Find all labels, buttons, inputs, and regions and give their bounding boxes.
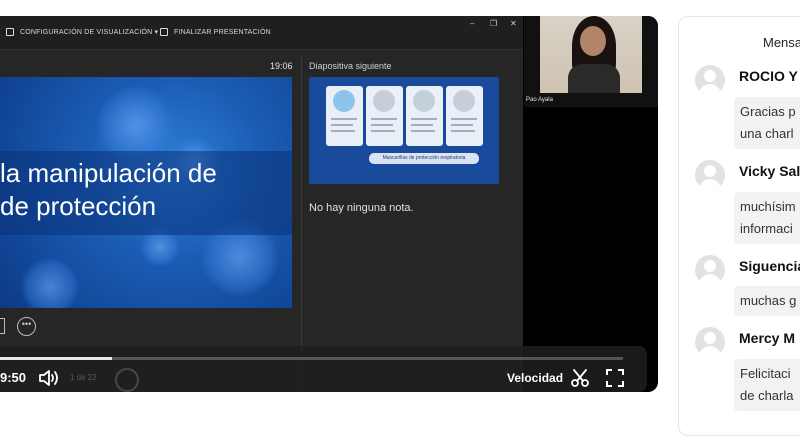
message-line: muchas g xyxy=(740,293,797,308)
slide-title-line-1: la manipulación de xyxy=(0,158,217,188)
avatar-icon xyxy=(695,255,725,285)
display-settings-button[interactable]: CONFIGURACIÓN DE VISUALIZACIÓN ▾ xyxy=(6,27,158,39)
presenter-toolbar: CONFIGURACIÓN DE VISUALIZACIÓN ▾ FINALIZ… xyxy=(0,16,523,50)
fullscreen-icon[interactable] xyxy=(605,368,625,388)
next-slide-thumbnail[interactable]: Mascarillas de protección respiratoria xyxy=(309,77,499,184)
restore-icon[interactable]: ❐ xyxy=(490,19,497,28)
mask-card xyxy=(446,86,483,146)
webcam-image xyxy=(540,16,642,93)
next-slide-round-icon[interactable] xyxy=(115,368,139,392)
webcam-feed: Pao Ayala xyxy=(524,16,658,107)
pen-tool-icon[interactable] xyxy=(0,318,5,334)
player-controls: 9:50 1 de 22 Velocidad xyxy=(0,346,647,392)
message-bubble: muchas g xyxy=(734,286,800,316)
minimize-icon[interactable]: – xyxy=(470,19,474,28)
avatar-icon xyxy=(695,160,725,190)
scissors-icon[interactable] xyxy=(570,368,590,388)
current-slide: la manipulación de de protección xyxy=(0,77,292,308)
chat-header: Mensa xyxy=(763,35,800,50)
speed-button[interactable]: Velocidad xyxy=(507,371,563,385)
presenter-body xyxy=(568,64,620,93)
end-show-label: FINALIZAR PRESENTACIÓN xyxy=(174,29,271,36)
avatar-icon xyxy=(695,65,725,95)
message-author: Mercy M xyxy=(739,330,796,346)
end-show-button[interactable]: FINALIZAR PRESENTACIÓN xyxy=(160,27,271,39)
display-settings-icon xyxy=(6,28,14,37)
message-author: ROCIO Y xyxy=(739,68,798,84)
page: CONFIGURACIÓN DE VISUALIZACIÓN ▾ FINALIZ… xyxy=(0,0,800,445)
end-show-icon xyxy=(160,28,168,37)
message-bubble: Gracias p una charl xyxy=(734,97,800,149)
message-line: muchísim xyxy=(740,199,796,214)
mask-card xyxy=(406,86,443,146)
progress-bar[interactable] xyxy=(0,357,623,360)
mask-card xyxy=(326,86,363,146)
close-icon[interactable]: ✕ xyxy=(510,19,517,28)
message-bubble: muchísim informaci xyxy=(734,192,800,244)
slide-counter: 1 de 22 xyxy=(70,373,97,382)
presenter-face xyxy=(580,26,606,56)
message-author: Vicky Sal xyxy=(739,163,800,179)
more-options-icon[interactable]: ••• xyxy=(17,317,36,336)
presenter-view: CONFIGURACIÓN DE VISUALIZACIÓN ▾ FINALIZ… xyxy=(0,16,523,392)
slide-title-line-2: de protección xyxy=(0,191,157,221)
next-slide-label: Diapositiva siguiente xyxy=(309,61,392,71)
message-line: una charl xyxy=(740,126,794,141)
display-settings-label: CONFIGURACIÓN DE VISUALIZACIÓN ▾ xyxy=(20,29,159,36)
current-time: 9:50 xyxy=(0,370,27,385)
message-author: Siguencia xyxy=(739,258,800,274)
video-player[interactable]: CONFIGURACIÓN DE VISUALIZACIÓN ▾ FINALIZ… xyxy=(0,16,658,392)
message-bubble: Felicitaci de charla xyxy=(734,359,800,411)
chat-panel: Mensa ROCIO Y Gracias p una charl Vicky … xyxy=(678,16,800,436)
slide-title: la manipulación de de protección xyxy=(0,157,292,223)
presentation-timer: 19:06 xyxy=(270,61,293,71)
mask-card xyxy=(366,86,403,146)
webcam-name: Pao Ayala xyxy=(526,97,553,103)
message-line: Gracias p xyxy=(740,104,796,119)
progress-fill xyxy=(0,357,113,360)
pane-divider[interactable] xyxy=(301,54,302,392)
thumbnail-banner: Mascarillas de protección respiratoria xyxy=(369,153,479,164)
message-line: de charla xyxy=(740,388,794,403)
speaker-notes: No hay ninguna nota. xyxy=(309,202,414,214)
message-line: informaci xyxy=(740,221,793,236)
avatar-icon xyxy=(695,327,725,357)
virus-decoration xyxy=(20,257,80,308)
volume-icon[interactable] xyxy=(38,368,60,388)
message-line: Felicitaci xyxy=(740,366,791,381)
